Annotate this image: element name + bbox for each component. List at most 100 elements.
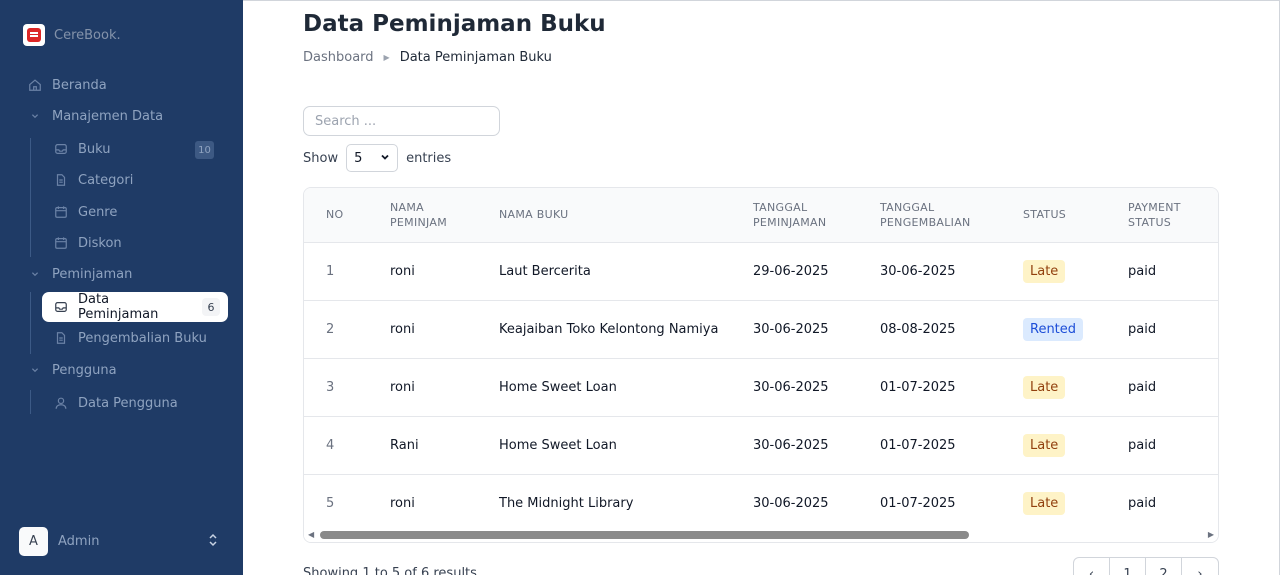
cell-status: Late <box>1023 242 1128 300</box>
cell-tgl-pinjam: 30-06-2025 <box>753 379 829 395</box>
page-2-button[interactable]: 2 <box>1146 558 1182 575</box>
page-title: Data Peminjaman Buku <box>303 11 606 37</box>
document-icon <box>54 173 68 187</box>
cell-tgl-kembali: 08-08-2025 <box>880 321 956 337</box>
sidebar-group-label: Manajemen Data <box>52 108 164 124</box>
avatar: A <box>19 526 48 556</box>
sidebar-item-data-peminjaman[interactable]: Data Peminjaman 6 <box>42 292 228 322</box>
sidebar-item-label: Pengembalian Buku <box>78 330 207 346</box>
breadcrumb: Dashboard ▶ Data Peminjaman Buku <box>303 50 552 65</box>
submenu-line <box>30 390 31 414</box>
cell-tgl-pinjam: 30-06-2025 <box>753 437 829 453</box>
status-badge: Late <box>1023 433 1066 457</box>
entries-value: 5 <box>354 150 363 166</box>
scroll-left-icon[interactable]: ◀ <box>308 530 314 539</box>
sidebar: CereBook. Beranda Manajemen Data Buku 10 <box>0 0 243 575</box>
cell-tgl-kembali: 01-07-2025 <box>880 495 956 511</box>
sidebar-group-peminjaman[interactable]: Peminjaman <box>28 263 132 285</box>
scroll-right-icon[interactable]: ▶ <box>1208 530 1214 539</box>
cell-status: Late <box>1023 416 1128 474</box>
user-menu[interactable]: A Admin <box>19 526 219 556</box>
table-row[interactable]: 4 Rani Home Sweet Loan 30-06-2025 01-07-… <box>304 416 1218 474</box>
status-badge: Late <box>1023 259 1066 283</box>
col-tanggal-pengembalian[interactable]: TANGGAL PENGEMBALIAN <box>880 188 1023 242</box>
sidebar-item-categori[interactable]: Categori <box>54 169 133 191</box>
table-row[interactable]: 2 roni Keajaiban Toko Kelontong Namiya 3… <box>304 300 1218 358</box>
cell-no: 1 <box>326 263 335 279</box>
table-row[interactable]: 3 roni Home Sweet Loan 30-06-2025 01-07-… <box>304 358 1218 416</box>
col-tanggal-peminjaman[interactable]: TANGGAL PEMINJAMAN <box>753 188 880 242</box>
document-icon <box>54 331 68 345</box>
cell-tgl-pinjam: 29-06-2025 <box>753 263 829 279</box>
sidebar-group-label: Pengguna <box>52 362 117 378</box>
search-input[interactable] <box>303 106 500 136</box>
cell-nama: roni <box>390 263 415 279</box>
sidebar-item-genre[interactable]: Genre <box>54 201 117 223</box>
cell-payment: paid <box>1128 437 1157 453</box>
table-row[interactable]: 1 roni Laut Bercerita 29-06-2025 30-06-2… <box>304 242 1218 300</box>
cell-buku: Keajaiban Toko Kelontong Namiya <box>499 321 719 337</box>
status-badge: Late <box>1023 491 1066 515</box>
sidebar-item-beranda[interactable]: Beranda <box>28 74 107 96</box>
cell-status: Rented <box>1023 300 1128 358</box>
sidebar-group-manajemen-data[interactable]: Manajemen Data <box>28 105 163 127</box>
entries-label: entries <box>406 150 452 166</box>
scrollbar-thumb[interactable] <box>320 531 969 539</box>
brand[interactable]: CereBook. <box>23 24 121 46</box>
cell-no: 2 <box>326 321 335 337</box>
cell-nama: roni <box>390 379 415 395</box>
sidebar-item-diskon[interactable]: Diskon <box>54 232 122 254</box>
header-line: PEMINJAMAN <box>753 215 827 229</box>
loans-table-container: NO NAMA PEMINJAM NAMA BUKU TANGGAL PEMINJA… <box>303 187 1219 543</box>
col-nama-peminjam[interactable]: NAMA PEMINJAM <box>390 188 499 242</box>
chevron-down-icon <box>380 152 390 165</box>
data-peminjaman-count-badge: 6 <box>202 298 220 316</box>
col-no[interactable]: NO <box>304 188 390 242</box>
chevron-up-down-icon <box>207 532 219 551</box>
header-line: PENGEMBALIAN <box>880 215 971 229</box>
sidebar-item-label: Data Peminjaman <box>78 292 159 322</box>
status-badge: Late <box>1023 375 1066 399</box>
submenu-line <box>30 292 31 354</box>
user-name: Admin <box>58 533 100 549</box>
sidebar-item-buku[interactable]: Buku <box>54 138 111 160</box>
breadcrumb-dashboard[interactable]: Dashboard <box>303 50 374 65</box>
status-badge: Rented <box>1023 317 1084 341</box>
book-logo-icon <box>23 24 45 46</box>
pagination: ‹ 1 2 › <box>1073 557 1219 575</box>
sidebar-group-pengguna[interactable]: Pengguna <box>28 359 117 381</box>
cell-nama: roni <box>390 495 415 511</box>
cell-nama: Rani <box>390 437 419 453</box>
sidebar-item-label: Diskon <box>78 235 122 251</box>
cell-no: 4 <box>326 437 335 453</box>
brand-name: CereBook. <box>54 27 121 43</box>
cell-tgl-kembali: 01-07-2025 <box>880 379 956 395</box>
cell-tgl-kembali: 30-06-2025 <box>880 263 956 279</box>
col-payment-status[interactable]: PAYMENT STATUS <box>1128 188 1218 242</box>
col-status[interactable]: STATUS <box>1023 188 1128 242</box>
cell-no: 3 <box>326 379 335 395</box>
cell-tgl-pinjam: 30-06-2025 <box>753 321 829 337</box>
cell-nama: roni <box>390 321 415 337</box>
header-line: PEMINJAM <box>390 215 448 229</box>
submenu-line <box>30 138 31 257</box>
table-header-row: NO NAMA PEMINJAM NAMA BUKU TANGGAL PEMINJA… <box>304 188 1218 242</box>
cell-tgl-kembali: 01-07-2025 <box>880 437 956 453</box>
cell-payment: paid <box>1128 379 1157 395</box>
cell-status: Late <box>1023 358 1128 416</box>
entries-select[interactable]: 5 <box>346 144 399 172</box>
main-content: Data Peminjaman Buku Dashboard ▶ Data Pe… <box>243 0 1280 575</box>
sidebar-item-data-pengguna[interactable]: Data Pengguna <box>54 392 178 414</box>
sidebar-item-pengembalian-buku[interactable]: Pengembalian Buku <box>54 327 207 349</box>
prev-page-button[interactable]: ‹ <box>1074 558 1110 575</box>
caret-right-icon: ▶ <box>383 53 390 62</box>
cell-status: Late <box>1023 474 1128 532</box>
cell-payment: paid <box>1128 495 1157 511</box>
col-nama-buku[interactable]: NAMA BUKU <box>499 188 753 242</box>
cell-buku: Home Sweet Loan <box>499 379 617 395</box>
page-1-button[interactable]: 1 <box>1110 558 1146 575</box>
breadcrumb-current: Data Peminjaman Buku <box>399 50 552 65</box>
horizontal-scrollbar[interactable]: ◀ ▶ <box>304 528 1218 542</box>
table-row[interactable]: 5 roni The Midnight Library 30-06-2025 0… <box>304 474 1218 532</box>
next-page-button[interactable]: › <box>1182 558 1218 575</box>
